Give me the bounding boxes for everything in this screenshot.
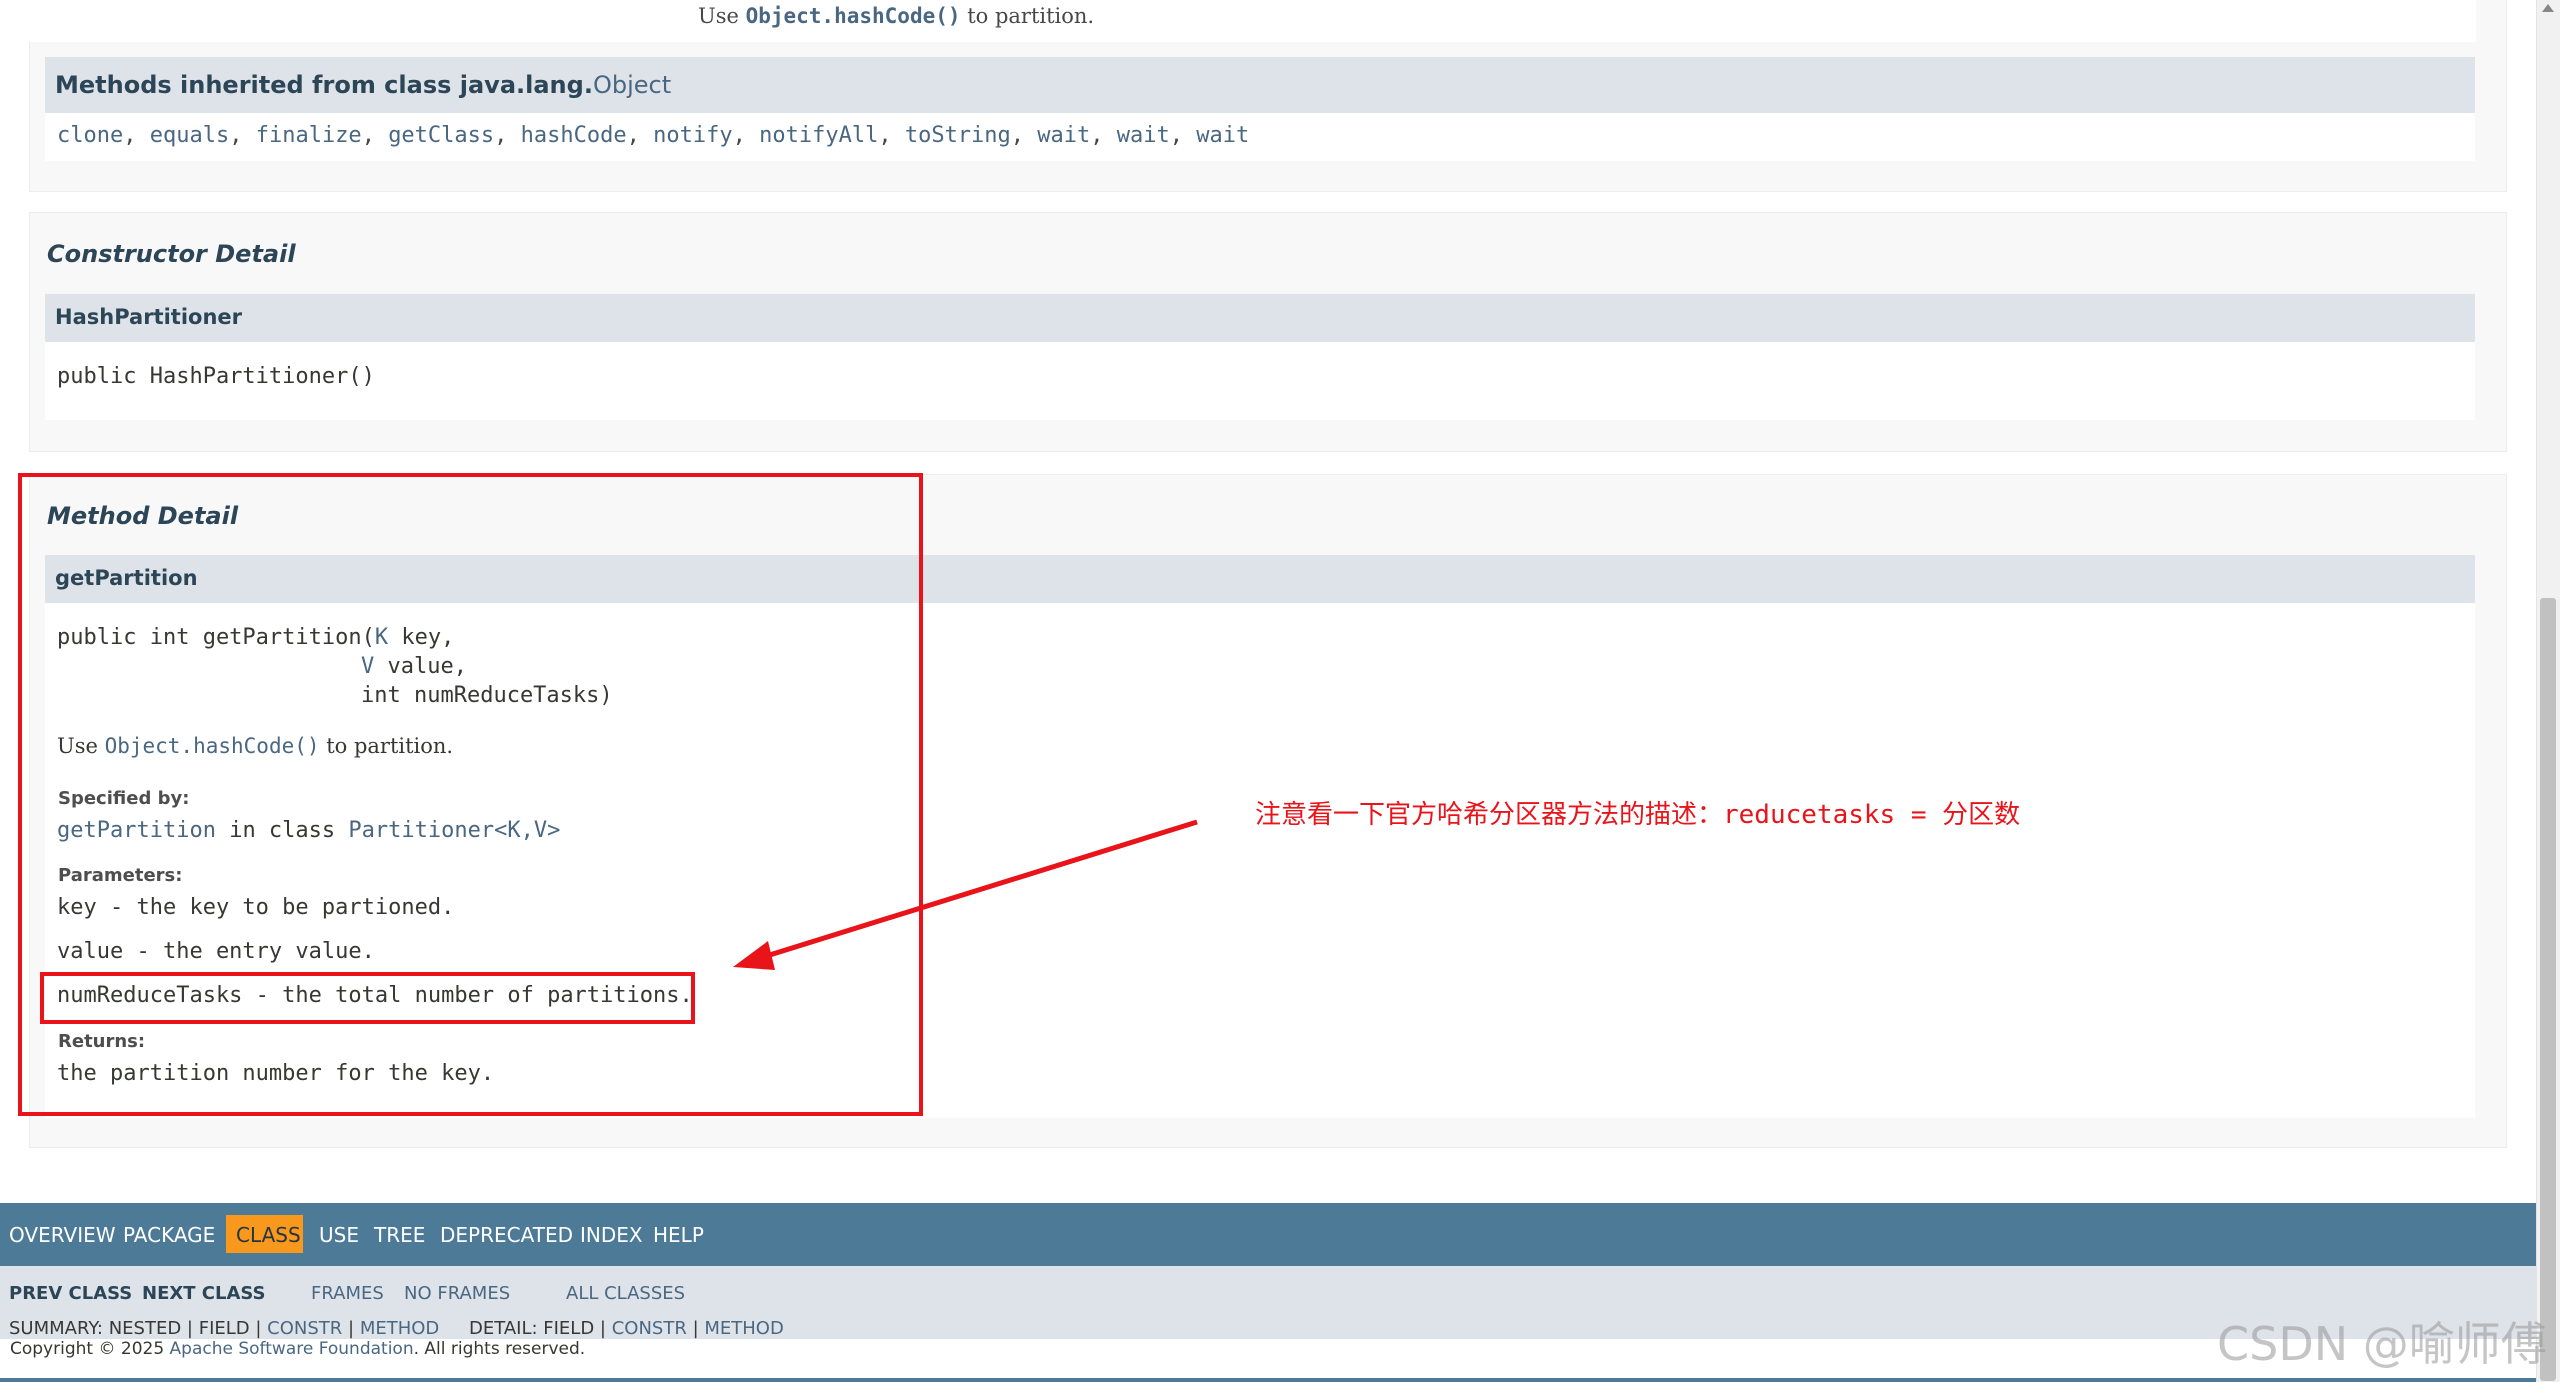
frames-link[interactable]: FRAMES bbox=[311, 1283, 384, 1304]
summary-constr-link[interactable]: CONSTR bbox=[267, 1318, 342, 1339]
nav-use[interactable]: USE bbox=[319, 1223, 359, 1247]
method-link-wait-1[interactable]: wait bbox=[1037, 123, 1090, 148]
method-link-wait-2[interactable]: wait bbox=[1117, 123, 1170, 148]
nav-tree[interactable]: TREE bbox=[374, 1223, 425, 1247]
method-link-getclass[interactable]: getClass bbox=[388, 123, 494, 148]
method-link-tostring[interactable]: toString bbox=[905, 123, 1011, 148]
inherited-methods-body: clone, equals, finalize, getClass, hashC… bbox=[45, 113, 2475, 161]
nav-class-active[interactable]: CLASS bbox=[226, 1215, 303, 1253]
previous-method-summary: Use Object.hashCode() to partition. bbox=[29, 0, 2476, 42]
method-link-equals[interactable]: equals bbox=[150, 123, 229, 148]
inherited-methods-list: clone, equals, finalize, getClass, hashC… bbox=[57, 123, 1250, 148]
legal-copyright: Copyright © 2025 Apache Software Foundat… bbox=[10, 1339, 586, 1359]
nav-package[interactable]: PACKAGE bbox=[123, 1223, 215, 1247]
detail-nav: DETAIL: FIELD | CONSTR | METHOD bbox=[469, 1318, 784, 1339]
method-link-clone[interactable]: clone bbox=[57, 123, 123, 148]
annotation-note: 注意看一下官方哈希分区器方法的描述：reducetasks = 分区数 bbox=[1255, 800, 2021, 830]
scrollbar-thumb[interactable] bbox=[2540, 598, 2556, 1381]
detail-method-link[interactable]: METHOD bbox=[704, 1318, 783, 1339]
method-link-notifyall[interactable]: notifyAll bbox=[759, 123, 878, 148]
object-class-link[interactable]: Object bbox=[593, 71, 671, 99]
nav-help[interactable]: HELP bbox=[653, 1223, 704, 1247]
method-link-hashcode[interactable]: hashCode bbox=[521, 123, 627, 148]
method-link-notify[interactable]: notify bbox=[653, 123, 732, 148]
apache-foundation-link[interactable]: Apache Software Foundation bbox=[170, 1339, 414, 1359]
prev-class-link[interactable]: PREV CLASS bbox=[9, 1283, 132, 1304]
constructor-header: HashPartitioner bbox=[45, 294, 2475, 343]
scroll-up-arrow-icon[interactable] bbox=[2542, 4, 2554, 12]
annotation-highlight-num-reduce-tasks bbox=[40, 972, 695, 1024]
summary-method-link[interactable]: METHOD bbox=[360, 1318, 439, 1339]
detail-constr-link[interactable]: CONSTR bbox=[612, 1318, 687, 1339]
nav-deprecated[interactable]: DEPRECATED bbox=[440, 1223, 573, 1247]
nav-index[interactable]: INDEX bbox=[580, 1223, 643, 1247]
bottom-border bbox=[0, 1378, 2536, 1382]
constructor-detail-title: Constructor Detail bbox=[47, 240, 296, 268]
next-class-link[interactable]: NEXT CLASS bbox=[142, 1283, 266, 1304]
summary-nav: SUMMARY: NESTED | FIELD | CONSTR | METHO… bbox=[9, 1318, 440, 1339]
constructor-name: HashPartitioner bbox=[55, 305, 243, 329]
bottom-nav-bar: OVERVIEW PACKAGE CLASS USE TREE DEPRECAT… bbox=[0, 1203, 2536, 1266]
inherited-methods-title: Methods inherited from class java.lang.O… bbox=[55, 71, 672, 99]
all-classes-link[interactable]: ALL CLASSES bbox=[566, 1283, 685, 1304]
constructor-body: public HashPartitioner() bbox=[45, 342, 2475, 420]
nav-overview[interactable]: OVERVIEW bbox=[9, 1223, 116, 1247]
inherited-methods-header: Methods inherited from class java.lang.O… bbox=[45, 57, 2475, 114]
watermark: CSDN @喻师傅 bbox=[2217, 1317, 2547, 1371]
nav-class[interactable]: CLASS bbox=[236, 1223, 301, 1247]
previous-method-description: Use Object.hashCode() to partition. bbox=[698, 4, 1095, 28]
constructor-signature: public HashPartitioner() bbox=[57, 364, 375, 389]
object-hashcode-link[interactable]: Object.hashCode() bbox=[746, 4, 961, 28]
sub-nav: PREV CLASS NEXT CLASS FRAMES NO FRAMES A… bbox=[0, 1266, 2536, 1339]
method-link-finalize[interactable]: finalize bbox=[256, 123, 362, 148]
no-frames-link[interactable]: NO FRAMES bbox=[404, 1283, 510, 1304]
method-link-wait-3[interactable]: wait bbox=[1196, 123, 1249, 148]
